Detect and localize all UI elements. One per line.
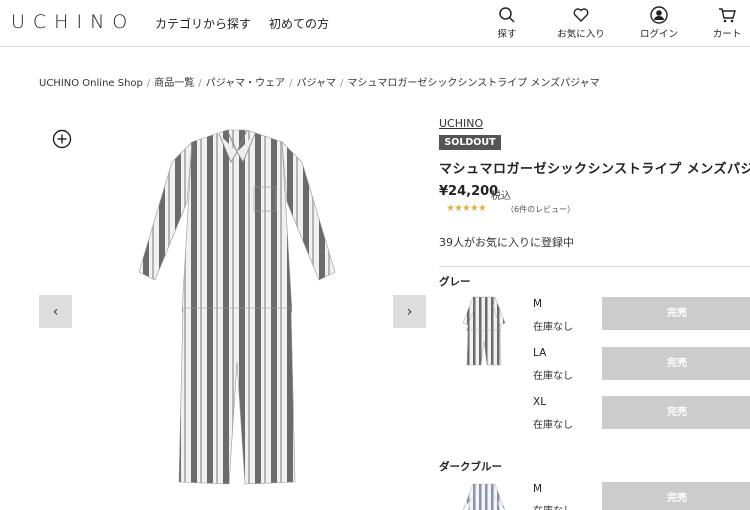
product-title: マシュマロガーゼシックシンストライプ メンズパジャマ [439,162,750,177]
size-label: LA [533,347,547,359]
rating-stars: ★★★★★ [446,203,487,214]
breadcrumb-separator: / [198,78,202,89]
variant-color-darkblue: ダークブルー [439,461,502,473]
site-logo[interactable]: UCHINO [11,11,135,33]
heart-icon [573,8,589,22]
breadcrumb: UCHINO Online Shop / 商品一覧 / パジャマ・ウェア / パジャマ / マシ… [39,74,600,89]
soldout-button[interactable]: 完売 [602,297,750,330]
search-icon [499,7,515,23]
search-label: 探す [497,29,517,40]
favorites-button[interactable]: お気に入り [556,4,606,42]
search-button[interactable]: 探す [482,4,532,42]
variant-thumbnail-darkblue [462,483,506,510]
site-header: UCHINO カテゴリから探す 初めての方 探す お気に入り ログイン カート [0,0,750,47]
breadcrumb-separator: / [289,78,293,89]
size-label: XL [533,396,547,408]
cart-icon [719,8,736,23]
stock-status: 在庫なし [533,371,573,382]
variant-color-gray: グレー [439,276,471,288]
tax-label: 税込 [491,191,511,202]
size-label: M [533,483,543,495]
soldout-button[interactable]: 完売 [602,482,750,510]
divider [439,266,750,267]
review-count-link[interactable]: （6件のレビュー） [506,204,575,215]
breadcrumb-pajama[interactable]: パジャマ [297,78,337,89]
breadcrumb-products[interactable]: 商品一覧 [154,78,194,89]
user-icon [650,6,668,24]
product-price: ¥24,200 [439,184,499,199]
soldout-badge: SOLDOUT [439,135,501,150]
stock-status: 在庫なし [533,420,573,431]
cart-button[interactable]: カート [704,4,750,42]
gallery-prev-button[interactable]: ‹ [39,295,72,328]
breadcrumb-home[interactable]: UCHINO Online Shop [39,78,143,89]
breadcrumb-pajama-wear[interactable]: パジャマ・ウェア [206,78,286,89]
stock-status: 在庫なし [533,322,573,333]
brand-link[interactable]: UCHINO [439,117,483,130]
nav-category[interactable]: カテゴリから探す [155,15,251,32]
nav-first-time[interactable]: 初めての方 [269,15,329,32]
product-image[interactable] [127,122,347,492]
cart-label: カート [712,29,742,40]
breadcrumb-separator: / [340,78,344,89]
soldout-button[interactable]: 完売 [602,347,750,380]
breadcrumb-separator: / [146,78,151,89]
size-label: M [533,298,543,310]
breadcrumb-current: マシュマロガーゼシックシンストライプ メンズパジャマ [347,78,600,89]
zoom-icon[interactable] [52,129,72,149]
stock-status: 在庫なし [533,502,573,510]
favorites-label: お気に入り [557,29,605,40]
login-label: ログイン [639,29,678,40]
favorite-count: 39人がお気に入りに登録中 [439,236,574,249]
login-button[interactable]: ログイン [634,4,684,42]
gallery-next-button[interactable]: › [393,295,426,328]
soldout-button[interactable]: 完売 [602,396,750,429]
variant-thumbnail-gray [462,296,506,366]
